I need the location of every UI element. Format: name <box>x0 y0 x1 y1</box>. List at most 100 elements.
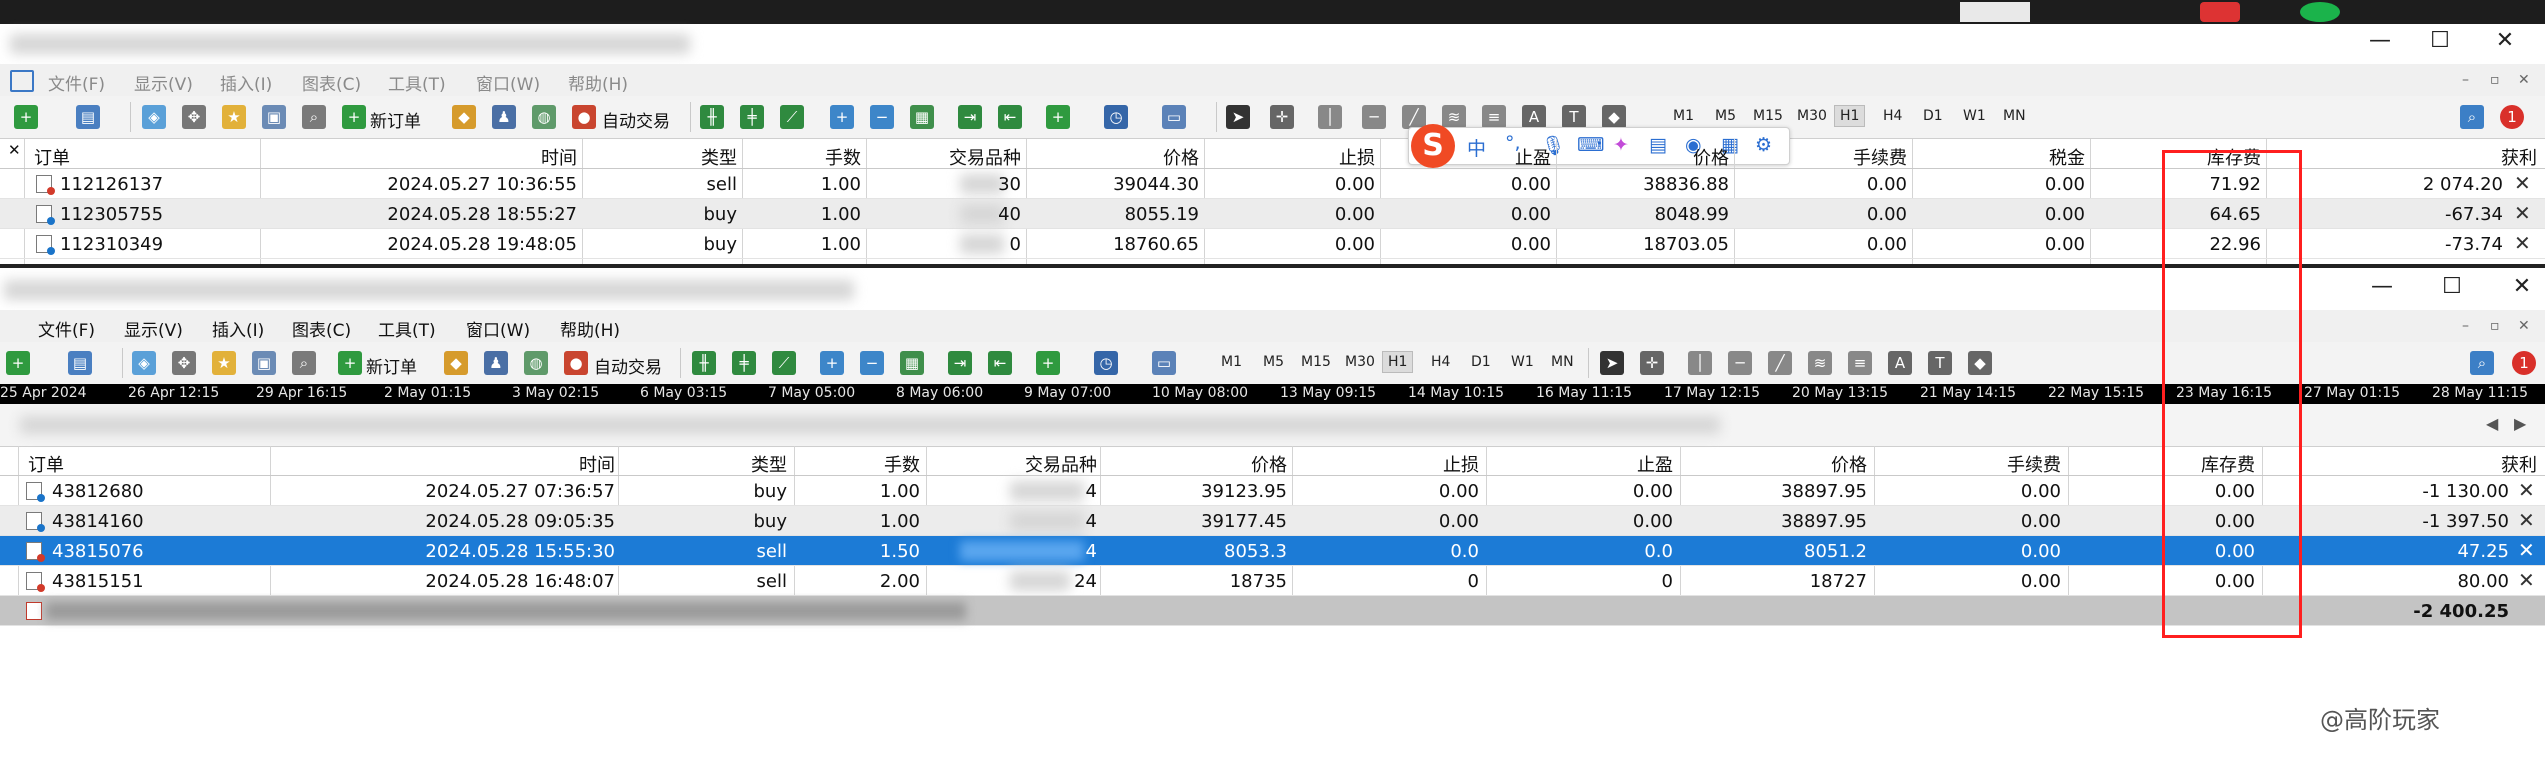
periods-icon[interactable]: ◷ <box>1104 105 1128 129</box>
menu-charts[interactable]: 图表(C) <box>302 70 361 95</box>
notification-icon[interactable]: 1 <box>2500 105 2524 129</box>
indicators-icon[interactable]: + <box>1046 105 1070 129</box>
autotrade-button[interactable]: 自动交易 <box>594 353 662 378</box>
cursor-icon[interactable]: ➤ <box>1226 105 1250 129</box>
market-watch-icon[interactable]: ◈ <box>142 105 166 129</box>
fibonacci-icon[interactable]: ≡ <box>1848 351 1872 375</box>
scroll-right-icon[interactable]: ▶ <box>2514 414 2526 433</box>
metaeditor-icon[interactable]: ◆ <box>444 351 468 375</box>
mdi-close-icon[interactable]: ✕ <box>2518 318 2530 334</box>
crosshair-data-icon[interactable]: ✥ <box>172 351 196 375</box>
channel-icon[interactable]: ≋ <box>1808 351 1832 375</box>
col-price2[interactable]: 价格 <box>1693 144 1729 170</box>
close-order-icon[interactable]: ✕ <box>2518 478 2535 502</box>
close-order-icon[interactable]: ✕ <box>2518 568 2535 592</box>
globe-icon[interactable]: ◍ <box>524 351 548 375</box>
tf-w1[interactable]: W1 <box>1960 108 1989 124</box>
tf-mn[interactable]: MN <box>2000 108 2029 124</box>
menu-window[interactable]: 窗口(W) <box>466 316 530 341</box>
maximize-icon[interactable]: ☐ <box>2432 274 2472 299</box>
line-chart-icon[interactable]: ⟋ <box>772 351 796 375</box>
crosshair-icon[interactable]: ✛ <box>1640 351 1664 375</box>
new-order-button[interactable]: 新订单 <box>366 353 417 378</box>
menu-insert[interactable]: 插入(I) <box>220 70 272 95</box>
menu-tools[interactable]: 工具(T) <box>388 70 446 95</box>
tf-m30[interactable]: M30 <box>1342 354 1378 370</box>
tf-h4[interactable]: H4 <box>1880 108 1905 124</box>
col-type[interactable]: 类型 <box>751 451 787 477</box>
menu-file[interactable]: 文件(F) <box>38 316 95 341</box>
mdi-minimize-icon[interactable]: – <box>2462 72 2469 88</box>
templates-icon[interactable]: ▭ <box>1162 105 1186 129</box>
autotrade-icon[interactable]: ● <box>572 105 596 129</box>
signals-icon[interactable]: ♟ <box>492 105 516 129</box>
shapes-icon[interactable]: ◆ <box>1602 105 1626 129</box>
tile-windows-icon[interactable]: ▦ <box>900 351 924 375</box>
tf-h4[interactable]: H4 <box>1428 354 1453 370</box>
menu-help[interactable]: 帮助(H) <box>560 316 620 341</box>
zoom-in-icon[interactable]: + <box>820 351 844 375</box>
col-tax[interactable]: 税金 <box>2049 144 2085 170</box>
line-chart-icon[interactable]: ⟋ <box>780 105 804 129</box>
minimize-icon[interactable]: — <box>2360 28 2400 53</box>
close-panel-icon[interactable]: ✕ <box>8 141 21 159</box>
minimize-icon[interactable]: — <box>2362 274 2402 299</box>
col-tp[interactable]: 止盈 <box>1515 144 1551 170</box>
close-order-icon[interactable]: ✕ <box>2514 231 2531 255</box>
text-icon[interactable]: A <box>1522 105 1546 129</box>
label-icon[interactable]: T <box>1928 351 1952 375</box>
autotrade-icon[interactable]: ● <box>564 351 588 375</box>
menu-charts[interactable]: 图表(C) <box>292 316 351 341</box>
tf-m1[interactable]: M1 <box>1670 108 1697 124</box>
menu-view[interactable]: 显示(V) <box>134 70 193 95</box>
col-symbol[interactable]: 交易品种 <box>949 144 1021 170</box>
tf-d1[interactable]: D1 <box>1468 354 1494 370</box>
chart-shift-icon[interactable]: ⇤ <box>998 105 1022 129</box>
tf-m15[interactable]: M15 <box>1298 354 1334 370</box>
channel-icon[interactable]: ≋ <box>1442 105 1466 129</box>
profiles-icon[interactable]: ▤ <box>68 351 92 375</box>
terminal-icon[interactable]: ▣ <box>252 351 276 375</box>
new-chart-icon[interactable]: + <box>6 351 30 375</box>
chart-shift-icon[interactable]: ⇤ <box>988 351 1012 375</box>
tf-d1[interactable]: D1 <box>1920 108 1946 124</box>
bar-chart-icon[interactable]: ╫ <box>692 351 716 375</box>
col-commission[interactable]: 手续费 <box>2007 451 2061 477</box>
col-lots[interactable]: 手数 <box>825 144 861 170</box>
new-order-icon[interactable]: + <box>342 105 366 129</box>
tf-m1[interactable]: M1 <box>1218 354 1245 370</box>
strategy-tester-icon[interactable]: ⌕ <box>292 351 316 375</box>
col-tp[interactable]: 止盈 <box>1637 451 1673 477</box>
close-order-icon[interactable]: ✕ <box>2514 201 2531 225</box>
close-order-icon[interactable]: ✕ <box>2514 171 2531 195</box>
col-profit[interactable]: 获利 <box>2501 451 2537 477</box>
autoscroll-icon[interactable]: ⇥ <box>948 351 972 375</box>
zoom-out-icon[interactable]: − <box>870 105 894 129</box>
crosshair-data-icon[interactable]: ✥ <box>182 105 206 129</box>
menu-file[interactable]: 文件(F) <box>48 70 105 95</box>
bar-chart-icon[interactable]: ╫ <box>700 105 724 129</box>
tf-w1[interactable]: W1 <box>1508 354 1537 370</box>
candlestick-icon[interactable]: ╪ <box>732 351 756 375</box>
mdi-restore-icon[interactable]: ▫ <box>2490 72 2500 88</box>
col-type[interactable]: 类型 <box>701 144 737 170</box>
templates-icon[interactable]: ▭ <box>1152 351 1176 375</box>
close-icon[interactable]: ✕ <box>2485 28 2525 53</box>
tf-m5[interactable]: M5 <box>1712 108 1739 124</box>
signals-icon[interactable]: ♟ <box>484 351 508 375</box>
col-time[interactable]: 时间 <box>541 144 577 170</box>
notification-icon[interactable]: 1 <box>2512 351 2536 375</box>
search-icon[interactable]: ⌕ <box>2460 105 2484 129</box>
autotrade-button[interactable]: 自动交易 <box>602 107 670 132</box>
col-order[interactable]: 订单 <box>34 144 70 170</box>
col-sl[interactable]: 止损 <box>1339 144 1375 170</box>
col-price[interactable]: 价格 <box>1163 144 1199 170</box>
navigator-icon[interactable]: ★ <box>212 351 236 375</box>
shapes-icon[interactable]: ◆ <box>1968 351 1992 375</box>
menu-view[interactable]: 显示(V) <box>124 316 183 341</box>
tf-m30[interactable]: M30 <box>1794 108 1830 124</box>
scroll-left-icon[interactable]: ◀ <box>2486 414 2498 433</box>
col-sl[interactable]: 止损 <box>1443 451 1479 477</box>
trendline-icon[interactable]: ╱ <box>1768 351 1792 375</box>
new-chart-icon[interactable]: + <box>14 105 38 129</box>
